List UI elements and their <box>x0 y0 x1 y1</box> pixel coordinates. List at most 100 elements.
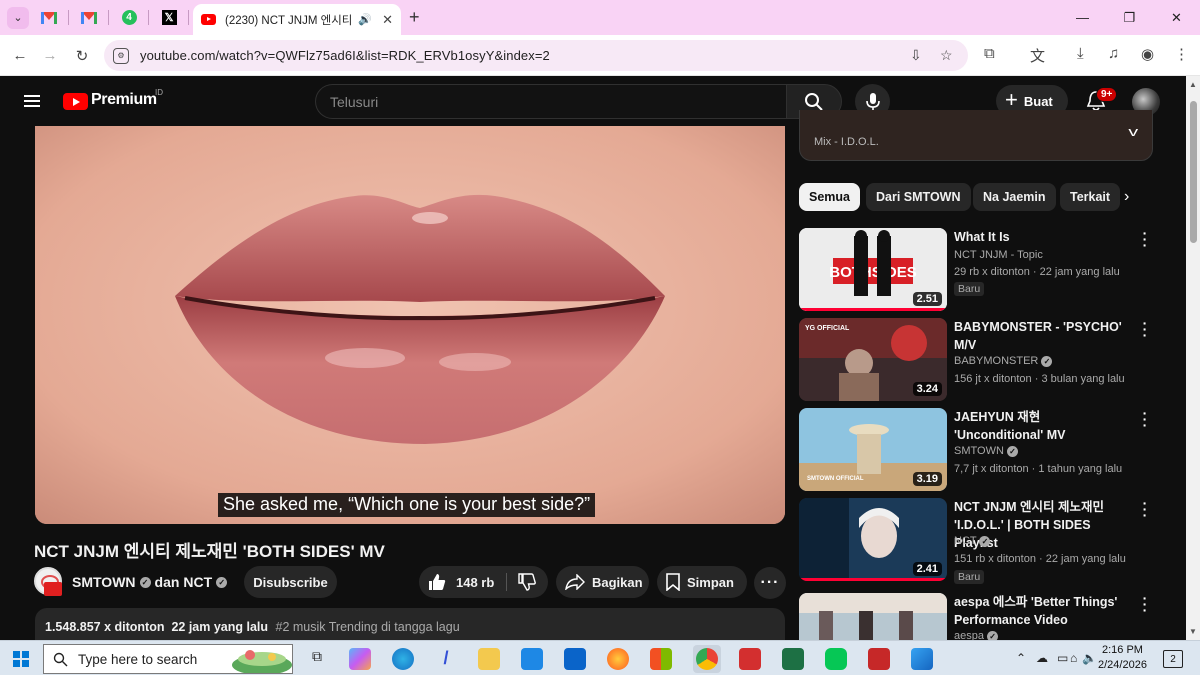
video-thumbnail[interactable]: BOTHSIDES 2.51 <box>799 228 947 311</box>
more-options-icon[interactable]: · · · <box>1142 593 1148 617</box>
recommendation-title[interactable]: What It Is <box>954 228 1129 246</box>
mail-icon[interactable] <box>521 648 543 670</box>
recommendation-item[interactable]: BOTHSIDES 2.51 What It Is NCT JNJM - Top… <box>799 226 1189 314</box>
battery-icon[interactable]: ▭ <box>1057 651 1068 665</box>
subscribe-button[interactable]: Disubscribe <box>244 566 337 598</box>
install-app-icon[interactable]: ⇩ <box>910 47 922 64</box>
recommendation-title[interactable]: BABYMONSTER - 'PSYCHO' M/V <box>954 318 1129 354</box>
channel-avatar-secondary[interactable] <box>44 582 62 596</box>
edge-icon[interactable] <box>392 648 414 670</box>
address-bar[interactable]: ⚙ youtube.com/watch?v=QWFlz75ad6I&list=R… <box>104 40 968 71</box>
recommendation-channel[interactable]: NCT JNJM - Topic <box>954 249 1043 261</box>
channel-link-nct[interactable]: NCT <box>183 574 212 590</box>
close-window-button[interactable]: ✕ <box>1153 0 1200 35</box>
recommendation-item[interactable]: 2.41 NCT JNJM 엔시티 제노재민 'I.D.O.L.' | BOTH… <box>799 496 1189 584</box>
more-actions-button[interactable]: ··· <box>754 567 786 599</box>
recommendation-item[interactable]: SMTOWN OFFICIAL 3.19 JAEHYUN 재현 'Uncondi… <box>799 406 1189 494</box>
search-input[interactable] <box>316 85 786 118</box>
channel-name[interactable]: NCT <box>954 535 976 547</box>
scroll-down-arrow-icon[interactable]: ▼ <box>1189 627 1197 636</box>
more-options-icon[interactable]: · · · <box>1142 496 1148 522</box>
extensions-icon[interactable]: ⧉ <box>984 45 995 62</box>
youtube-logo-icon[interactable] <box>63 93 88 110</box>
pinned-tab-gmail-2[interactable] <box>69 0 109 35</box>
video-thumbnail[interactable] <box>799 593 947 640</box>
recommendation-channel[interactable]: SMTOWN ✓ <box>954 445 1018 457</box>
channel-name[interactable]: SMTOWN <box>954 445 1004 457</box>
back-button[interactable]: ← <box>5 35 35 76</box>
remote-app-icon[interactable] <box>911 648 933 670</box>
translate-icon[interactable]: 文 <box>1030 45 1045 66</box>
chip-from-smtown[interactable]: Dari SMTOWN <box>866 183 971 211</box>
video-thumbnail[interactable]: 2.41 <box>799 498 947 581</box>
youtube-premium-logo[interactable]: Premium <box>91 91 157 109</box>
notification-center-icon[interactable]: 2 <box>1163 650 1183 668</box>
copilot-icon[interactable] <box>349 648 371 670</box>
new-tab-button[interactable]: + <box>409 7 420 28</box>
media-control-icon[interactable]: ♫ <box>1108 45 1119 62</box>
reload-button[interactable]: ↻ <box>67 35 97 76</box>
more-options-icon[interactable]: · · · <box>1142 316 1148 342</box>
recommendation-title[interactable]: aespa 에스파 'Better Things' Performance Vi… <box>954 593 1129 629</box>
recommendation-item[interactable]: YG OFFICIAL 3.24 BABYMONSTER - 'PSYCHO' … <box>799 316 1189 404</box>
microsoft-store-icon[interactable] <box>650 648 672 670</box>
acrobat-icon[interactable] <box>739 648 761 670</box>
bookmark-star-icon[interactable]: ☆ <box>940 47 953 64</box>
chip-all[interactable]: Semua <box>799 183 860 211</box>
tab-search-button[interactable]: ⌄ <box>7 6 29 29</box>
menu-kebab-icon[interactable]: ⋮ <box>1174 45 1189 63</box>
chrome-icon[interactable] <box>696 648 718 670</box>
mix-playlist-panel[interactable]: Mix - I.D.O.L. v <box>799 110 1153 161</box>
slash-app-icon[interactable]: / <box>435 648 457 670</box>
more-options-icon[interactable]: · · · <box>1142 226 1148 252</box>
volume-icon[interactable]: 🔈 <box>1082 651 1097 665</box>
video-thumbnail[interactable]: YG OFFICIAL 3.24 <box>799 318 947 401</box>
system-clock[interactable]: 2:16 PM 2/24/2026 <box>1098 643 1147 673</box>
hamburger-menu-icon[interactable] <box>24 95 40 107</box>
more-options-icon[interactable]: · · · <box>1142 406 1148 432</box>
speaker-icon[interactable]: 🔊 <box>358 13 372 26</box>
scrollbar-thumb[interactable] <box>1190 101 1197 243</box>
site-info-icon[interactable]: ⚙ <box>113 47 129 64</box>
chevron-down-icon[interactable]: v <box>1128 124 1138 139</box>
search-box[interactable] <box>315 84 786 119</box>
windows-start-icon[interactable] <box>13 651 29 667</box>
channel-link-smtown[interactable]: SMTOWN <box>72 574 136 590</box>
chip-related[interactable]: Terkait <box>1060 183 1121 211</box>
share-button[interactable]: Bagikan <box>556 566 649 598</box>
save-button[interactable]: Simpan <box>657 566 747 598</box>
downloads-icon[interactable]: ⤓ <box>1077 45 1084 62</box>
chevron-right-icon[interactable]: › <box>1124 188 1129 206</box>
video-player[interactable] <box>35 126 785 524</box>
profile-icon[interactable]: ◉ <box>1141 45 1154 63</box>
network-icon[interactable]: ⌂ <box>1070 651 1077 665</box>
chip-na-jaemin[interactable]: Na Jaemin <box>973 183 1056 211</box>
video-thumbnail[interactable]: SMTOWN OFFICIAL 3.19 <box>799 408 947 491</box>
outlook-icon[interactable] <box>564 648 586 670</box>
firefox-icon[interactable] <box>607 648 629 670</box>
recommendation-channel[interactable]: NCT ✓ <box>954 535 991 547</box>
line-icon[interactable] <box>825 648 847 670</box>
url-text[interactable]: youtube.com/watch?v=QWFlz75ad6I&list=RDK… <box>140 48 550 63</box>
pinned-tab-x[interactable]: 𝕏 <box>149 0 189 35</box>
channel-name[interactable]: BABYMONSTER <box>954 355 1038 367</box>
channel-name[interactable]: aespa <box>954 630 984 640</box>
recommendation-channel[interactable]: BABYMONSTER ✓ <box>954 355 1053 367</box>
tab-close-icon[interactable]: ✕ <box>382 12 393 28</box>
like-button[interactable]: 148 rb <box>419 566 506 598</box>
scroll-up-arrow-icon[interactable]: ▲ <box>1189 80 1197 89</box>
restore-button[interactable]: ❐ <box>1106 0 1153 35</box>
forward-button[interactable]: → <box>35 35 65 76</box>
minimize-button[interactable]: — <box>1059 0 1106 35</box>
task-view-icon[interactable]: ⧉ <box>306 648 328 670</box>
file-explorer-icon[interactable] <box>478 648 500 670</box>
taskbar-search-box[interactable]: Type here to search <box>43 644 293 674</box>
dislike-button[interactable] <box>506 566 548 598</box>
active-tab[interactable]: (2230) NCT JNJM 엔시티 제노재민 'BOTH SIDES' MV… <box>193 4 401 35</box>
tray-chevron-up-icon[interactable]: ⌃ <box>1016 651 1026 665</box>
recommendation-item[interactable]: aespa 에스파 'Better Things' Performance Vi… <box>799 593 1189 640</box>
cloud-icon[interactable]: ☁ <box>1036 651 1048 665</box>
pinned-tab-gmail-1[interactable] <box>29 0 69 35</box>
excel-icon[interactable] <box>782 648 804 670</box>
recommendation-channel[interactable]: aespa ✓ <box>954 630 999 640</box>
